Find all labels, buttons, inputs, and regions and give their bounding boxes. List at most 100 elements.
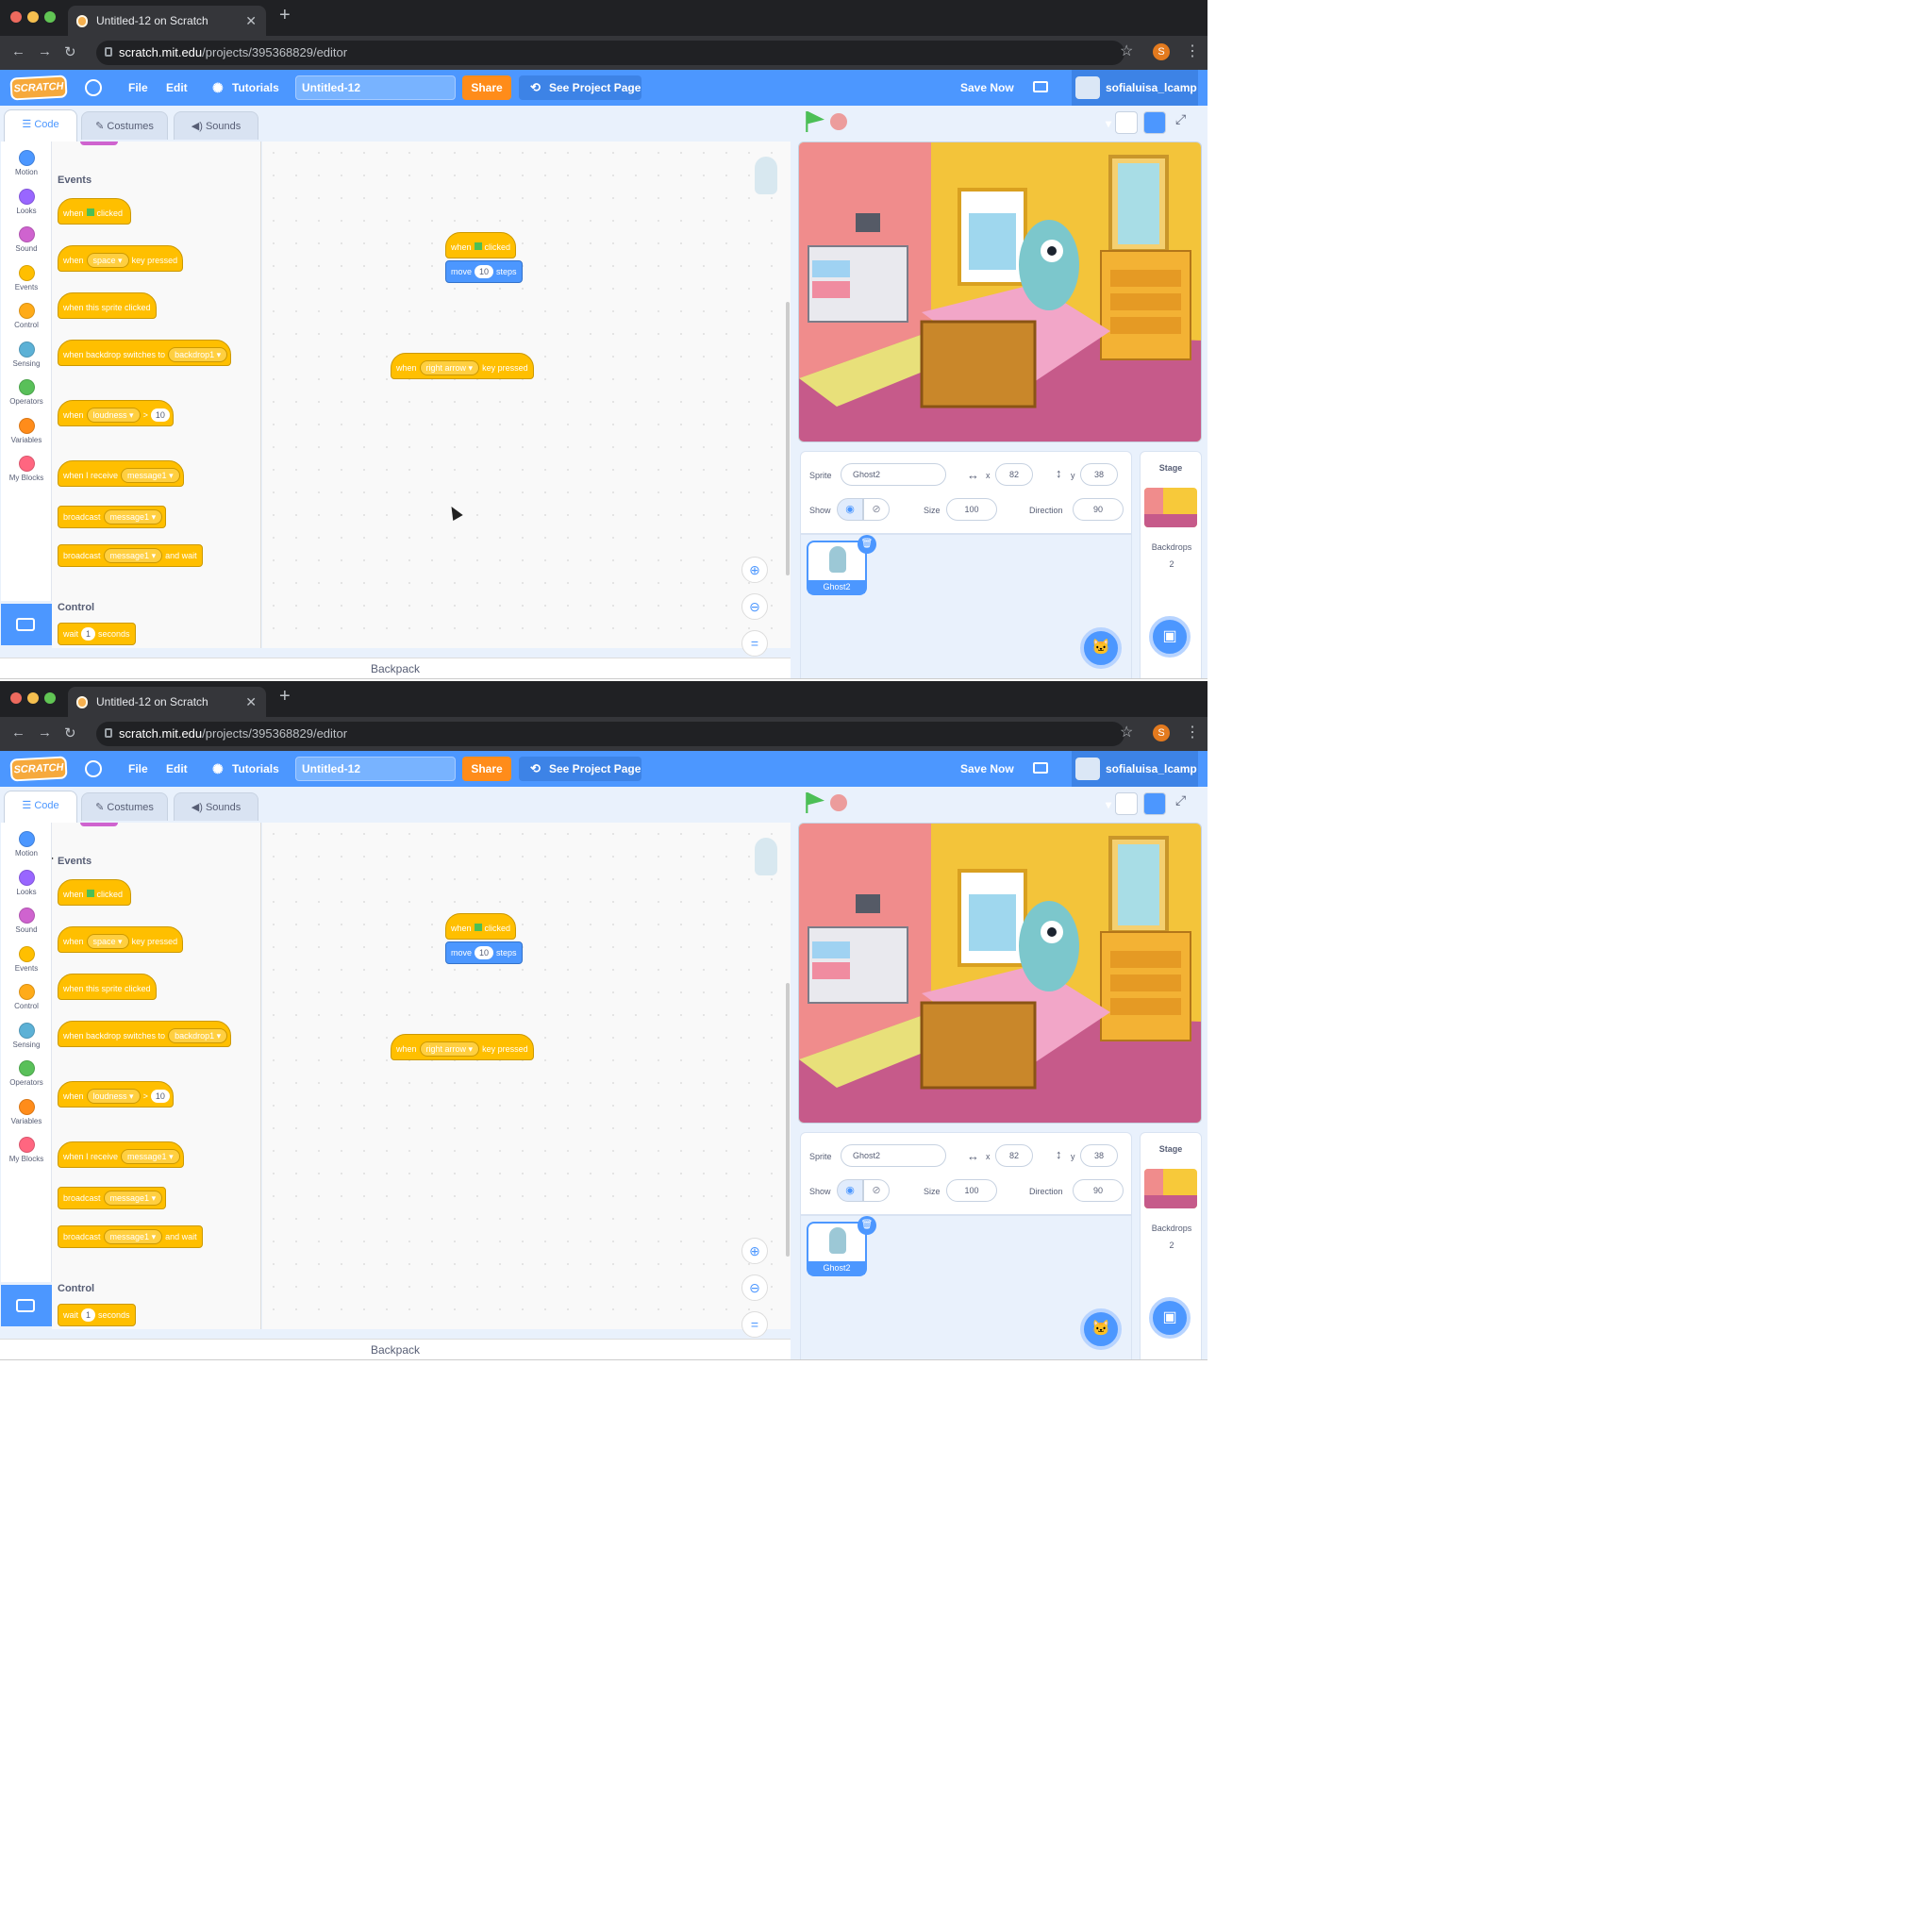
code-workspace[interactable]: when clicked move 10 steps when right arrow … [262, 142, 791, 657]
message-dropdown[interactable]: message1 ▾ [103, 1229, 163, 1244]
choose-sprite-button[interactable]: 🐱 [1080, 627, 1122, 669]
bookmark-star-icon[interactable]: ☆ [1120, 723, 1133, 741]
project-title-input[interactable]: Untitled-12 [295, 757, 456, 781]
tab-sounds[interactable]: ◀) Sounds [174, 792, 258, 821]
new-tab-icon[interactable]: + [279, 5, 291, 26]
loudness-input[interactable]: 10 [150, 408, 170, 422]
show-visible-eye-icon[interactable]: ◉ [837, 498, 863, 521]
reload-icon[interactable]: ↻ [64, 43, 76, 60]
share-button[interactable]: Share [462, 75, 511, 100]
palette-when-flag-clicked[interactable]: when clicked [58, 879, 131, 906]
save-now-button[interactable]: Save Now [960, 751, 1014, 787]
steps-input[interactable]: 10 [475, 946, 494, 959]
wait-input[interactable]: 1 [81, 1308, 96, 1322]
sprite-thumb-ghost2[interactable]: 🗑 Ghost2 [807, 535, 876, 595]
small-stage-mode-button[interactable] [1115, 792, 1138, 815]
category-sound[interactable]: Sound [1, 904, 52, 941]
palette-when-loudness[interactable]: when loudness ▾ >10 [58, 1081, 174, 1108]
message-dropdown[interactable]: message1 ▾ [103, 509, 163, 525]
category-looks[interactable]: Looks [1, 185, 52, 223]
x-input[interactable]: 82 [995, 463, 1033, 486]
palette-when-flag-clicked[interactable]: when clicked [58, 198, 131, 225]
my-stuff-folder-icon[interactable] [1033, 81, 1048, 92]
maximize-window-button[interactable] [44, 692, 56, 704]
stop-button[interactable] [830, 113, 847, 130]
backdrop-dropdown[interactable]: backdrop1 ▾ [168, 347, 228, 362]
choose-sprite-button[interactable]: 🐱 [1080, 1308, 1122, 1350]
script-when-key-pressed[interactable]: when right arrow ▾ key pressed [391, 1034, 534, 1060]
language-globe-icon[interactable] [85, 79, 102, 96]
back-icon[interactable]: ← [11, 43, 25, 59]
maximize-window-button[interactable] [44, 11, 56, 23]
add-extension-button[interactable] [1, 1285, 52, 1326]
size-input[interactable]: 100 [946, 498, 997, 521]
y-input[interactable]: 38 [1080, 1144, 1118, 1167]
project-title-input[interactable]: Untitled-12 [295, 75, 456, 100]
delete-sprite-icon[interactable]: 🗑 [858, 1216, 876, 1235]
script-when-flag-clicked[interactable]: when clicked [445, 232, 517, 258]
sensor-dropdown[interactable]: loudness ▾ [86, 1089, 141, 1104]
forward-icon[interactable]: → [38, 724, 52, 741]
tab-sounds[interactable]: ◀) Sounds [174, 111, 258, 140]
message-dropdown[interactable]: message1 ▾ [103, 1191, 163, 1206]
file-menu[interactable]: File [128, 751, 148, 787]
script-move-steps[interactable]: move 10 steps [445, 941, 523, 964]
stage-selector[interactable]: Stage Backdrops 2 ▣ [1140, 451, 1202, 678]
close-tab-icon[interactable]: ✕ [245, 6, 257, 36]
browser-tab[interactable]: Untitled-12 on Scratch ✕ [68, 6, 266, 36]
tutorials-button[interactable]: Tutorials [232, 70, 279, 106]
url-field[interactable]: scratch.mit.edu/projects/395368829/edito… [96, 41, 1124, 65]
category-sound[interactable]: Sound [1, 223, 52, 260]
stage-selector[interactable]: Stage Backdrops 2 ▣ [1140, 1132, 1202, 1359]
palette-broadcast[interactable]: broadcast message1 ▾ [58, 1187, 167, 1209]
browser-menu-icon[interactable]: ⋮ [1185, 42, 1200, 60]
palette-when-key-pressed[interactable]: when space ▾ key pressed [58, 245, 184, 272]
delete-sprite-icon[interactable]: 🗑 [858, 535, 876, 554]
close-window-button[interactable] [10, 11, 22, 23]
palette-broadcast-and-wait[interactable]: broadcast message1 ▾ and wait [58, 1225, 203, 1248]
profile-avatar[interactable]: S [1153, 724, 1170, 741]
direction-input[interactable]: 90 [1073, 498, 1124, 521]
green-flag-button[interactable] [806, 792, 824, 813]
tutorials-button[interactable]: Tutorials [232, 751, 279, 787]
category-control[interactable]: Control [1, 980, 52, 1018]
green-flag-button[interactable] [806, 111, 824, 132]
tab-costumes[interactable]: ✎ Costumes [81, 792, 168, 821]
zoom-in-icon[interactable]: ⊕ [741, 557, 768, 583]
steps-input[interactable]: 10 [475, 265, 494, 278]
close-window-button[interactable] [10, 692, 22, 704]
zoom-in-icon[interactable]: ⊕ [741, 1238, 768, 1264]
category-operators[interactable]: Operators [1, 1057, 52, 1094]
palette-broadcast[interactable]: broadcast message1 ▾ [58, 506, 167, 528]
stage-canvas[interactable] [798, 142, 1202, 442]
palette-when-backdrop-switches[interactable]: when backdrop switches to backdrop1 ▾ [58, 1021, 232, 1047]
category-motion[interactable]: Motion [1, 827, 52, 865]
tab-code[interactable]: ☰ Code [4, 791, 77, 823]
category-looks[interactable]: Looks [1, 866, 52, 904]
palette-broadcast-and-wait[interactable]: broadcast message1 ▾ and wait [58, 544, 203, 567]
workspace-scrollbar[interactable] [786, 983, 790, 1257]
category-sensing[interactable]: Sensing [1, 1019, 52, 1057]
normal-stage-mode-button[interactable] [1143, 111, 1166, 134]
sprite-name-input[interactable]: Ghost2 [841, 1144, 946, 1167]
account-menu[interactable]: sofialuisa_lcamp ▾ [1072, 751, 1198, 811]
zoom-out-icon[interactable]: ⊖ [741, 593, 768, 620]
message-dropdown[interactable]: message1 ▾ [121, 468, 180, 483]
stop-button[interactable] [830, 794, 847, 811]
palette-when-key-pressed[interactable]: when space ▾ key pressed [58, 926, 184, 953]
backpack-bar[interactable]: Backpack [0, 658, 791, 678]
profile-avatar[interactable]: S [1153, 43, 1170, 60]
edit-menu[interactable]: Edit [166, 751, 188, 787]
backdrop-dropdown[interactable]: backdrop1 ▾ [168, 1028, 228, 1043]
reload-icon[interactable]: ↻ [64, 724, 76, 741]
bookmark-star-icon[interactable]: ☆ [1120, 42, 1133, 60]
show-hidden-eye-icon[interactable]: ⊘ [863, 1179, 890, 1202]
normal-stage-mode-button[interactable] [1143, 792, 1166, 815]
category-control[interactable]: Control [1, 299, 52, 337]
zoom-reset-icon[interactable]: = [741, 630, 768, 657]
palette-when-loudness[interactable]: when loudness ▾ >10 [58, 400, 174, 426]
zoom-out-icon[interactable]: ⊖ [741, 1274, 768, 1301]
size-input[interactable]: 100 [946, 1179, 997, 1202]
save-now-button[interactable]: Save Now [960, 70, 1014, 106]
key-dropdown[interactable]: space ▾ [86, 934, 129, 949]
